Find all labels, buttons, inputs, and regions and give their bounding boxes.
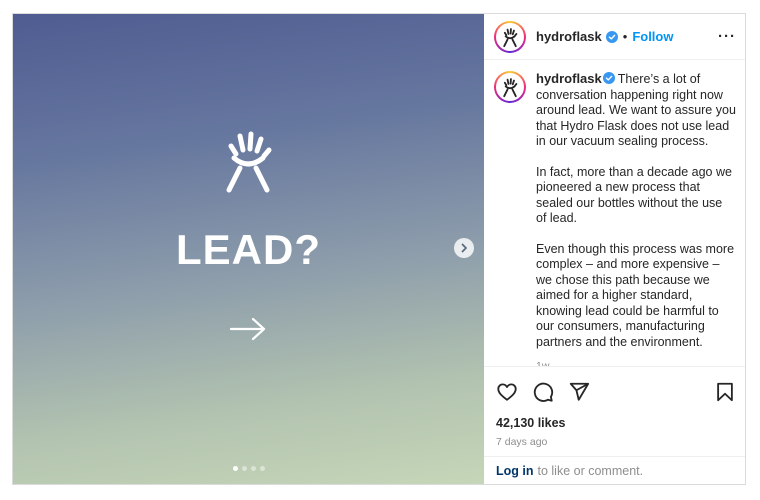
caption-paragraph-3: Even though this process was more comple… xyxy=(536,241,735,349)
carousel-dot xyxy=(232,466,238,471)
heart-icon[interactable] xyxy=(496,381,518,403)
post-sidebar: hydroflask • Follow ··· hydroflask There… xyxy=(484,14,745,484)
carousel-dot xyxy=(250,466,256,471)
avatar[interactable] xyxy=(494,20,526,53)
caption-username[interactable]: hydroflask xyxy=(536,71,602,86)
paper-plane-icon[interactable] xyxy=(568,381,590,403)
hydroflask-avatar-logo xyxy=(503,78,518,98)
login-prompt-text: to like or comment. xyxy=(537,463,644,478)
next-slide-button[interactable] xyxy=(454,238,474,258)
more-options-button[interactable]: ··· xyxy=(718,28,736,45)
carousel-dot xyxy=(241,466,247,471)
instagram-post: LEAD? hydroflask • Follow ··· hydroflask… xyxy=(12,13,746,485)
bookmark-icon[interactable] xyxy=(714,381,736,403)
follow-button[interactable]: Follow xyxy=(632,29,673,44)
arrow-right-icon xyxy=(229,317,266,341)
action-bar xyxy=(484,366,745,416)
post-date: 7 days ago xyxy=(496,436,548,448)
likes-count[interactable]: 42,130 likes xyxy=(484,416,745,432)
caption-row: hydroflask There’s a lot of conversation … xyxy=(494,71,736,366)
hydroflask-avatar-logo xyxy=(503,27,518,47)
header-username[interactable]: hydroflask xyxy=(536,29,602,44)
login-prompt: Log in to like or comment. xyxy=(484,456,745,484)
caption-text: hydroflask There’s a lot of conversation … xyxy=(536,71,736,366)
verified-badge-icon xyxy=(602,72,615,84)
media-headline: LEAD? xyxy=(176,226,321,273)
hydroflask-logo xyxy=(226,131,272,193)
caption-section: hydroflask There’s a lot of conversation … xyxy=(484,60,745,366)
chevron-right-icon xyxy=(461,243,467,253)
post-header: hydroflask • Follow ··· xyxy=(484,14,745,60)
carousel-dot xyxy=(259,466,265,471)
verified-badge-icon xyxy=(605,30,618,43)
carousel-indicator xyxy=(13,466,484,471)
login-link[interactable]: Log in xyxy=(496,464,534,478)
comment-icon[interactable] xyxy=(532,381,554,403)
caption-paragraph-2: In fact, more than a decade ago we pione… xyxy=(536,164,732,226)
post-media[interactable]: LEAD? xyxy=(13,14,484,484)
caption-timestamp[interactable]: 1w xyxy=(536,359,736,366)
separator-dot: • xyxy=(622,29,628,44)
caption-avatar[interactable] xyxy=(494,71,526,103)
